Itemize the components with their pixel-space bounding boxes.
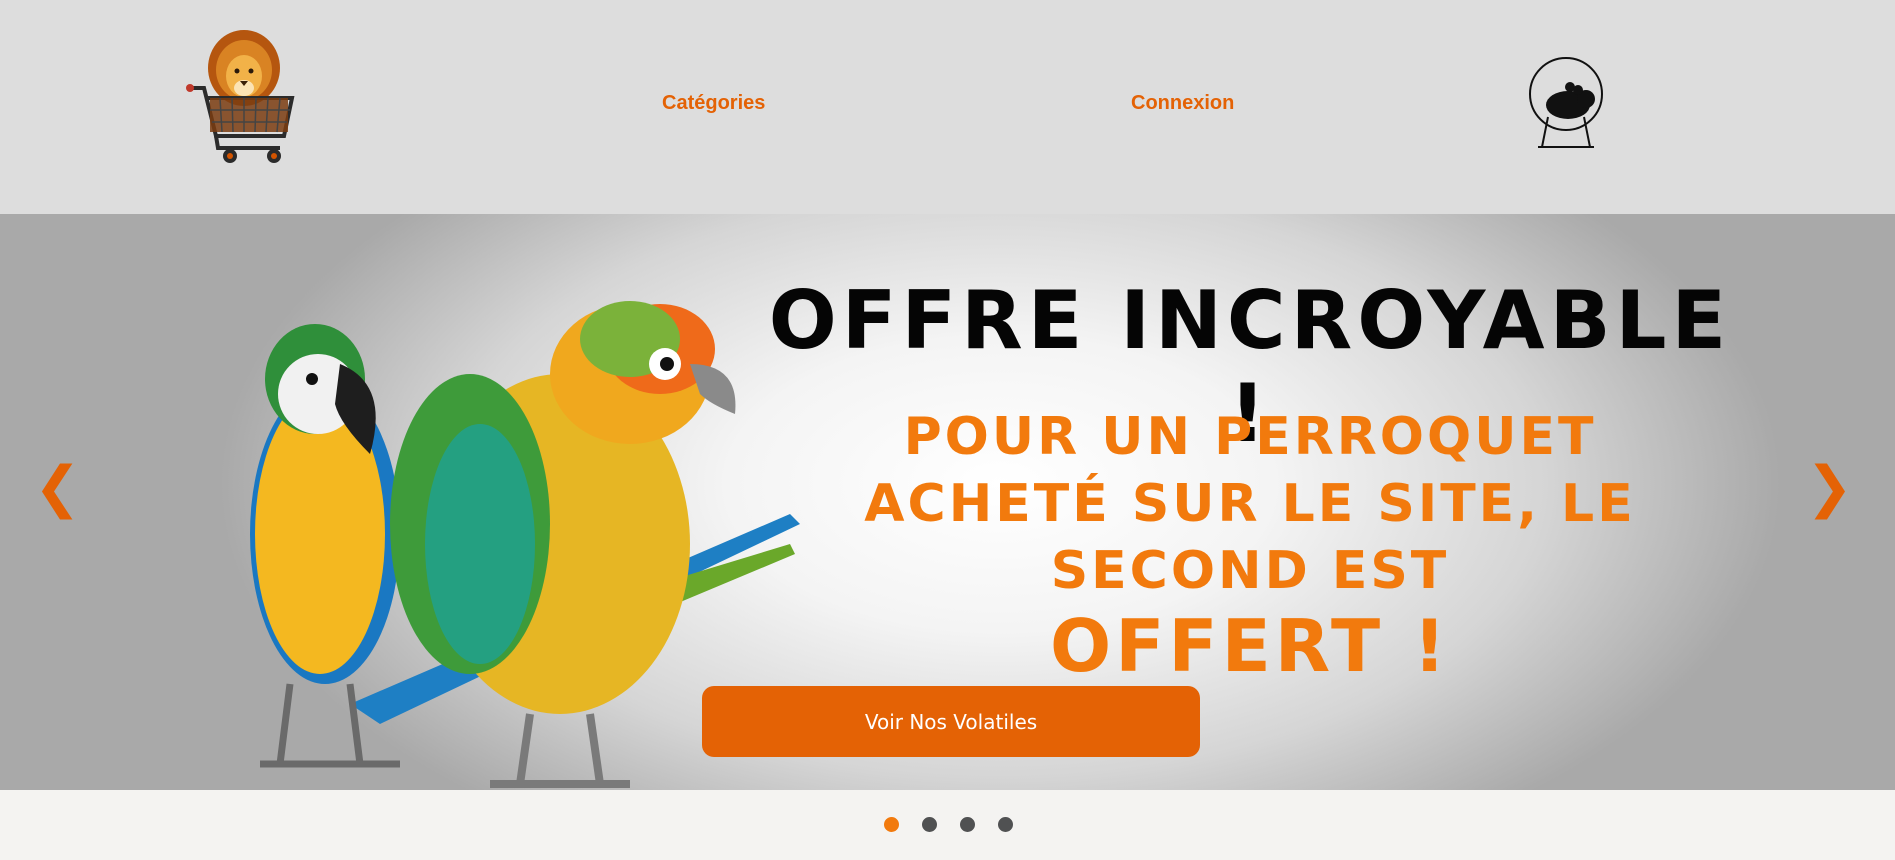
carousel-dot-3[interactable] [960,817,975,832]
site-header: Catégories Connexion [0,0,1895,214]
carousel-next-arrow-icon[interactable]: ❯ [1806,460,1853,516]
see-birds-button[interactable]: Voir Nos Volatiles [702,686,1200,757]
nav-login-link[interactable]: Connexion [1131,92,1234,115]
hamster-wheel-icon[interactable] [1526,57,1606,149]
carousel-dot-2[interactable] [922,817,937,832]
carousel-dot-4[interactable] [998,817,1013,832]
hero-carousel: OFFRE INCROYABLE ! POUR UN PERROQUET ACH… [0,214,1895,790]
hero-offer: OFFERT ! [1050,604,1450,688]
lion-cart-logo[interactable] [180,26,308,168]
carousel-dot-1[interactable] [884,817,899,832]
nav-categories-link[interactable]: Catégories [662,92,765,115]
carousel-prev-arrow-icon[interactable]: ❮ [34,460,81,516]
hero-subtitle: POUR UN PERROQUET ACHETÉ SUR LE SITE, LE… [864,407,1636,601]
